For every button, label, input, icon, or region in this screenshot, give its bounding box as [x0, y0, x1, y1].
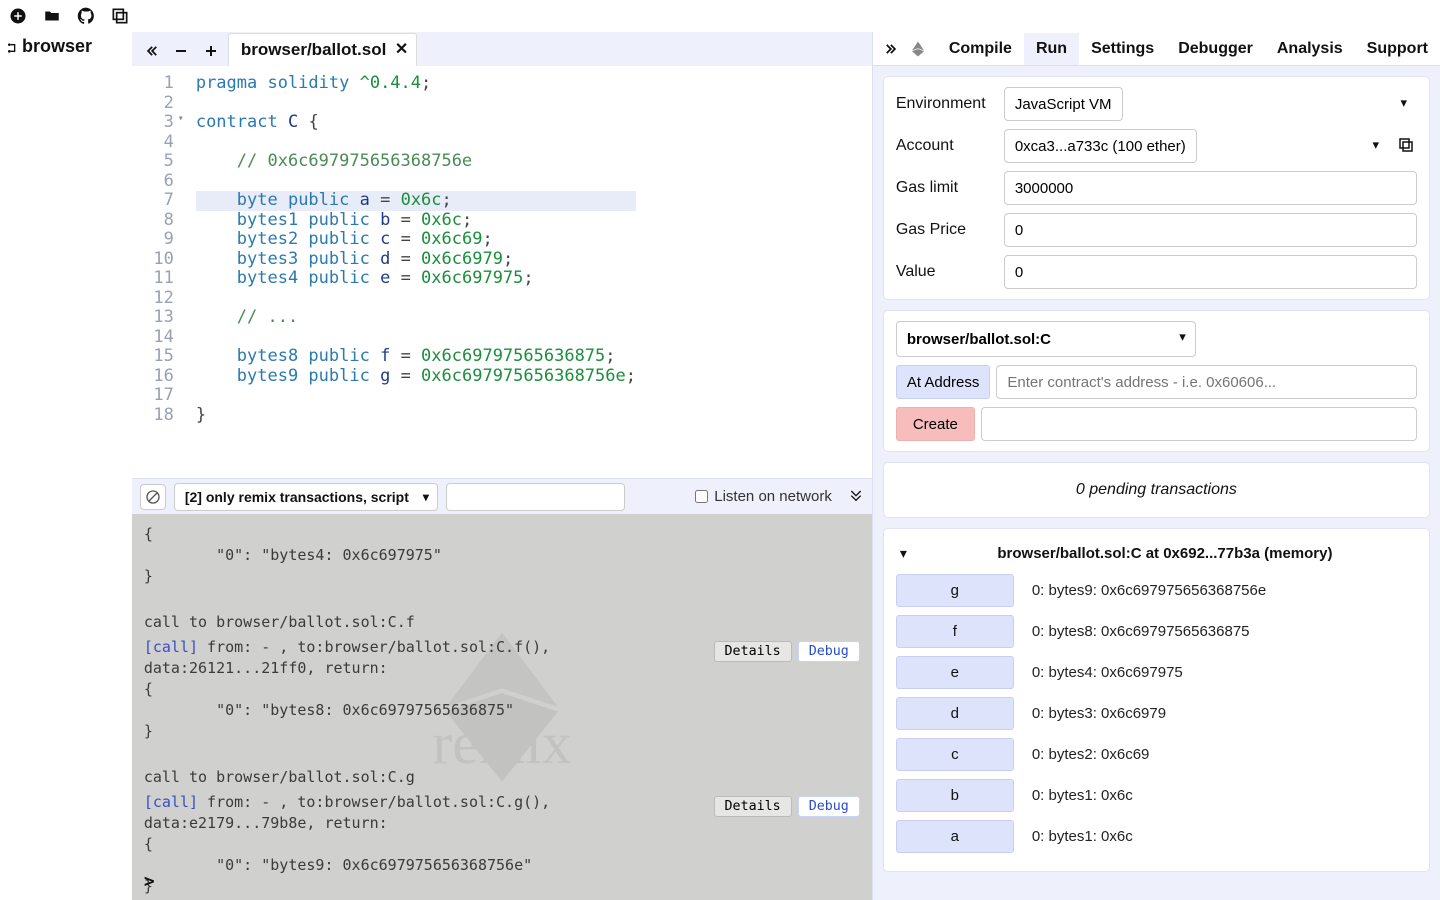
env-label: Environment	[896, 95, 996, 113]
value-input[interactable]	[1004, 255, 1417, 289]
editor-tab-title: browser/ballot.sol	[241, 40, 386, 59]
contract-instance-card: ▾ browser/ballot.sol:C at 0x692...77b3a …	[883, 528, 1430, 872]
pending-tx-card: 0 pending transactions	[883, 462, 1430, 518]
call-fn-d[interactable]: d	[896, 697, 1014, 730]
zoom-in-icon[interactable]	[198, 36, 224, 66]
call-fn-g[interactable]: g	[896, 574, 1014, 607]
listen-network-toggle[interactable]: Listen on network	[695, 488, 832, 505]
details-button[interactable]: Details	[714, 796, 792, 817]
code-editor[interactable]: 123456789101112131415161718 pragma solid…	[132, 66, 872, 478]
tab-analysis[interactable]: Analysis	[1265, 33, 1355, 65]
console: remix { "0": "bytes4: 0x6c697975" }call …	[132, 514, 872, 900]
instance-collapse-icon[interactable]: ▾	[900, 545, 907, 562]
create-args-input[interactable]	[981, 407, 1417, 441]
contract-select[interactable]: browser/ballot.sol:C	[896, 321, 1196, 357]
gasprice-label: Gas Price	[896, 221, 996, 239]
tab-settings[interactable]: Settings	[1079, 33, 1166, 65]
environment-select[interactable]: JavaScript VM	[1004, 87, 1123, 121]
deploy-card: browser/ballot.sol:C At Address Create	[883, 310, 1430, 452]
call-fn-f[interactable]: f	[896, 615, 1014, 648]
tab-debugger[interactable]: Debugger	[1166, 33, 1265, 65]
gaslimit-label: Gas limit	[896, 179, 996, 197]
fn-return-c: 0: bytes2: 0x6c69	[1032, 746, 1150, 763]
details-button[interactable]: Details	[714, 641, 792, 662]
call-fn-e[interactable]: e	[896, 656, 1014, 689]
open-folder-icon[interactable]	[42, 6, 62, 26]
remix-logo-icon	[909, 40, 927, 58]
console-prompt[interactable]: >	[144, 869, 155, 894]
github-icon[interactable]	[76, 6, 96, 26]
collapse-left-icon[interactable]	[138, 36, 164, 66]
fn-return-a: 0: bytes1: 0x6c	[1032, 828, 1133, 845]
console-collapse-icon[interactable]	[848, 489, 864, 505]
new-file-icon[interactable]	[8, 6, 28, 26]
call-fn-a[interactable]: a	[896, 820, 1014, 853]
copy-files-icon[interactable]	[110, 6, 130, 26]
call-fn-c[interactable]: c	[896, 738, 1014, 771]
tab-support[interactable]: Support	[1355, 33, 1440, 65]
tab-run[interactable]: Run	[1024, 33, 1079, 65]
explorer-root[interactable]: browser	[22, 36, 92, 56]
zoom-out-icon[interactable]	[168, 36, 194, 66]
right-tabs: CompileRunSettingsDebuggerAnalysisSuppor…	[873, 32, 1440, 66]
clear-console-icon[interactable]	[140, 484, 166, 510]
environment-card: Environment JavaScript VM Account 0xca3.…	[883, 76, 1430, 300]
at-address-button[interactable]: At Address	[896, 365, 991, 399]
top-icon-bar	[0, 0, 1440, 32]
debug-button[interactable]: Debug	[798, 796, 860, 817]
create-button[interactable]: Create	[896, 407, 975, 441]
debug-button[interactable]: Debug	[798, 641, 860, 662]
copy-account-icon[interactable]	[1397, 136, 1417, 156]
address-input[interactable]	[996, 365, 1417, 399]
file-explorer: browser	[0, 32, 132, 900]
collapse-right-icon[interactable]	[879, 34, 905, 64]
call-fn-b[interactable]: b	[896, 779, 1014, 812]
console-filter-dropdown[interactable]: [2] only remix transactions, script	[174, 483, 438, 511]
fn-return-d: 0: bytes3: 0x6c6979	[1032, 705, 1166, 722]
fn-return-g: 0: bytes9: 0x6c697975656368756e	[1032, 582, 1266, 599]
listen-network-checkbox[interactable]	[695, 490, 708, 503]
value-label: Value	[896, 263, 996, 281]
gaslimit-input[interactable]	[1004, 171, 1417, 205]
tree-toggle-icon[interactable]	[6, 40, 22, 56]
fn-return-e: 0: bytes4: 0x6c697975	[1032, 664, 1183, 681]
account-label: Account	[896, 137, 996, 155]
console-toolbar: [2] only remix transactions, script List…	[132, 478, 872, 514]
account-select[interactable]: 0xca3...a733c (100 ether)	[1004, 129, 1197, 163]
instance-title: browser/ballot.sol:C at 0x692...77b3a (m…	[997, 545, 1332, 562]
console-search-input[interactable]	[446, 483, 625, 511]
editor-tabbar: browser/ballot.sol ✕	[132, 32, 872, 66]
close-tab-icon[interactable]: ✕	[395, 39, 408, 59]
fn-return-f: 0: bytes8: 0x6c69797565636875	[1032, 623, 1250, 640]
fn-return-b: 0: bytes1: 0x6c	[1032, 787, 1133, 804]
editor-tab[interactable]: browser/ballot.sol ✕	[228, 33, 417, 66]
gasprice-input[interactable]	[1004, 213, 1417, 247]
tab-compile[interactable]: Compile	[937, 33, 1024, 65]
